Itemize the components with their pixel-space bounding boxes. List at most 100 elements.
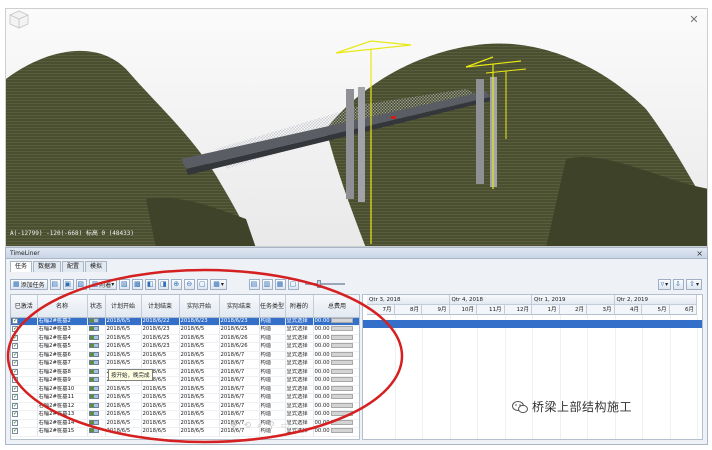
task-type-cell[interactable]: 构造 — [259, 385, 286, 394]
total-cost-cell[interactable]: 00.00 — [313, 325, 359, 335]
section-icon[interactable]: ▭ — [281, 421, 290, 431]
navigation-cube-icon[interactable] — [6, 9, 32, 29]
task-name-cell[interactable]: 右幅2#桩基9 — [37, 376, 88, 386]
attached-cell[interactable]: 显式选择 — [285, 317, 314, 326]
total-cost-cell[interactable]: 00.00 — [313, 317, 359, 326]
actual-start-cell[interactable]: 2018/6/5 — [179, 393, 220, 403]
columns-button[interactable]: ▦ ▾ — [210, 278, 227, 290]
attached-cell[interactable]: 显式选择 — [285, 359, 314, 369]
actual-end-cell[interactable]: 2018/6/7 — [219, 410, 260, 420]
table-row[interactable]: 右幅2#桩基122018/6/52018/6/52018/6/52018/6/7… — [11, 402, 359, 411]
actual-end-cell[interactable]: 2018/6/7 — [219, 368, 260, 377]
planned-end-cell[interactable]: 2018/6/5 — [141, 402, 180, 411]
active-checkbox[interactable] — [12, 343, 18, 349]
comment-button[interactable]: ▢ — [197, 278, 209, 290]
active-checkbox[interactable] — [12, 428, 18, 434]
zoom-slider[interactable] — [304, 280, 345, 288]
total-cost-cell[interactable]: 00.00 — [313, 351, 359, 360]
active-checkbox[interactable] — [12, 411, 18, 417]
actual-start-cell[interactable]: 2018/6/5 — [179, 385, 220, 394]
walk-icon[interactable]: ⚲ — [268, 421, 275, 431]
active-checkbox[interactable] — [12, 351, 18, 358]
table-row[interactable]: 右幅2#桩基72018/6/52018/6/52018/6/52018/6/7构… — [11, 359, 359, 369]
active-checkbox[interactable] — [12, 402, 18, 409]
actual-start-cell[interactable]: 2018/6/5 — [179, 342, 220, 352]
attached-cell[interactable]: 显式选择 — [285, 368, 314, 377]
table-row[interactable]: 右幅2#桩基152018/6/52018/6/52018/6/52018/6/7… — [11, 427, 359, 437]
task-grid[interactable]: 已激活 名称 状态 计划开始 计划结束 实际开始 实际结束 任务类型 附着的 总… — [10, 294, 360, 440]
gantt-actual-button[interactable]: ▤ — [248, 278, 260, 290]
col-header-active[interactable]: 已激活 — [11, 295, 38, 318]
task-name-cell[interactable]: 右幅2#桩基15 — [37, 427, 88, 437]
active-cell[interactable] — [11, 334, 38, 343]
task-type-cell[interactable]: 构造 — [259, 334, 286, 343]
attached-cell[interactable]: 显式选择 — [285, 351, 314, 360]
planned-end-cell[interactable]: 2018/6/23 — [141, 325, 180, 335]
active-checkbox[interactable] — [12, 377, 18, 383]
link-button[interactable]: ▩ — [132, 278, 144, 290]
total-cost-cell[interactable]: 00.00 — [313, 342, 359, 352]
attach-button[interactable]: ▥ 附着 ▾ — [88, 278, 118, 290]
attached-cell[interactable]: 显式选择 — [285, 376, 314, 386]
move-up-button[interactable]: ⊕ — [171, 278, 183, 290]
gantt-selected-row[interactable] — [363, 320, 702, 328]
active-checkbox[interactable] — [12, 326, 18, 332]
gantt-chart[interactable]: Qtr 3, 2018 Qtr 4, 2018 Qtr 1, 2019 Qtr 2, … — [362, 294, 703, 440]
table-row[interactable]: 右幅2#桩基112018/6/52018/6/52018/6/52018/6/7… — [11, 393, 359, 403]
active-checkbox[interactable] — [12, 360, 18, 366]
3d-viewport[interactable]: ✕ A(-12799) -120(-668) 标高 0 (48433) — [5, 8, 708, 247]
export-button[interactable]: ⇧ ▾ — [686, 278, 702, 290]
delete-task-button[interactable]: ▣ — [62, 278, 74, 290]
active-cell[interactable] — [11, 359, 38, 369]
task-type-cell[interactable]: 构造 — [259, 402, 286, 411]
filter-button[interactable]: ▿ ▾ — [657, 278, 672, 290]
total-cost-cell[interactable]: 00.00 — [313, 376, 359, 386]
total-cost-cell[interactable]: 00.00 — [313, 419, 359, 428]
attached-cell[interactable]: 显式选择 — [285, 410, 314, 420]
total-cost-cell[interactable]: 00.00 — [313, 359, 359, 369]
task-name-cell[interactable]: 右幅2#桩基8 — [37, 368, 88, 377]
planned-start-cell[interactable]: 2018/6/5 — [105, 351, 142, 360]
table-row[interactable]: 右幅2#桩基62018/6/52018/6/52018/6/52018/6/7构… — [11, 351, 359, 360]
planned-end-cell[interactable]: 2018/6/22 — [141, 317, 180, 326]
task-type-cell[interactable]: 构造 — [259, 325, 286, 335]
actual-start-cell[interactable]: 2018/6/5 — [179, 359, 220, 369]
active-checkbox[interactable] — [12, 368, 18, 375]
planned-start-cell[interactable]: 2018/6/5 — [105, 317, 142, 326]
indent-button[interactable]: ◨ — [158, 278, 170, 290]
actual-start-cell[interactable]: 2018/6/5 — [179, 410, 220, 420]
planned-start-cell[interactable]: 2018/6/5 — [105, 393, 142, 403]
active-cell[interactable] — [11, 393, 38, 403]
total-cost-cell[interactable]: 00.00 — [313, 427, 359, 437]
actual-start-cell[interactable]: 2018/6/5 — [179, 325, 220, 335]
col-header-attached[interactable]: 附着的 — [285, 295, 314, 318]
active-cell[interactable] — [11, 419, 38, 428]
planned-start-cell[interactable]: 2018/6/5 — [105, 410, 142, 420]
table-row[interactable]: 右幅2#桩基82018/6/52018/6/52018/6/52018/6/7构… — [11, 368, 359, 377]
task-name-cell[interactable]: 右幅2#桩基13 — [37, 410, 88, 420]
active-cell[interactable] — [11, 427, 38, 437]
col-header-task-type[interactable]: 任务类型 — [259, 295, 286, 318]
task-name-cell[interactable]: 右幅2#桩基7 — [37, 359, 88, 369]
planned-start-cell[interactable]: 2018/6/5 — [105, 325, 142, 335]
col-header-status[interactable]: 状态 — [87, 295, 106, 318]
actual-end-cell[interactable]: 2018/6/7 — [219, 402, 260, 411]
actual-start-cell[interactable]: 2018/6/5 — [179, 334, 220, 343]
table-row[interactable]: 右幅2#桩基42018/6/52018/6/252018/6/52018/6/2… — [11, 334, 359, 343]
table-row[interactable]: 右幅2#桩基52018/6/52018/6/232018/6/52018/6/2… — [11, 342, 359, 352]
attached-cell[interactable]: 显式选择 — [285, 325, 314, 335]
active-cell[interactable] — [11, 410, 38, 420]
planned-end-cell[interactable]: 2018/6/5 — [141, 359, 180, 369]
actual-end-cell[interactable]: 2018/6/26 — [219, 342, 260, 352]
active-checkbox[interactable] — [12, 419, 18, 426]
col-header-name[interactable]: 名称 — [37, 295, 88, 318]
gantt-planned-button[interactable]: ▥ — [261, 278, 273, 290]
actual-end-cell[interactable]: 2018/6/7 — [219, 351, 260, 360]
table-row[interactable]: 右幅2#桩基32018/6/52018/6/232018/6/52018/6/2… — [11, 325, 359, 335]
task-type-cell[interactable]: 构造 — [259, 410, 286, 420]
planned-end-cell[interactable]: 2018/6/25 — [141, 334, 180, 343]
actual-end-cell[interactable]: 2018/6/25 — [219, 325, 260, 335]
active-checkbox[interactable] — [12, 317, 18, 324]
move-down-button[interactable]: ⊖ — [184, 278, 196, 290]
outdent-button[interactable]: ◧ — [145, 278, 157, 290]
